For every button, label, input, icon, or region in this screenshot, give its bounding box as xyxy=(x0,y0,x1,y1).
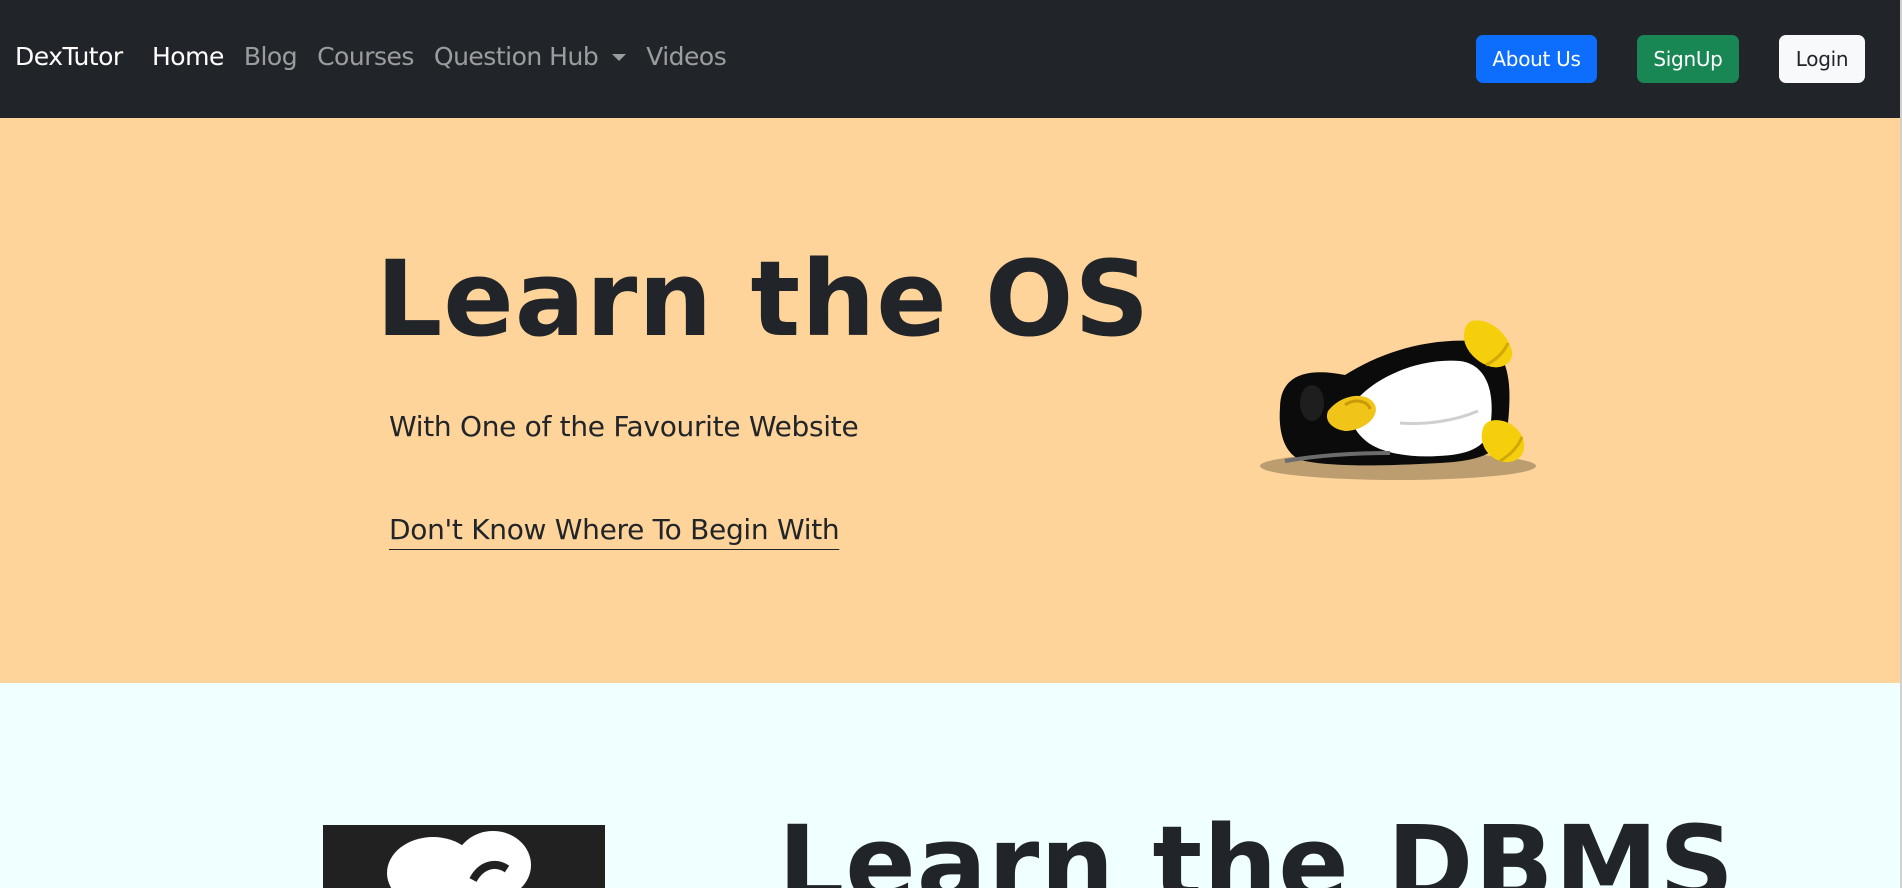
os-subtitle: With One of the Favourite Website xyxy=(389,410,859,443)
navbar: DexTutor Home Blog Courses Question Hub … xyxy=(0,0,1900,118)
tux-penguin-icon xyxy=(1250,313,1550,488)
nav-dropdown-question-hub[interactable]: Question Hub xyxy=(433,42,627,71)
nav-link-question-hub-label: Question Hub xyxy=(433,42,599,71)
begin-link[interactable]: Don't Know Where To Begin With xyxy=(389,513,840,546)
nav-link-blog[interactable]: Blog xyxy=(244,42,298,71)
chevron-down-icon xyxy=(612,54,627,61)
dbms-logo-icon xyxy=(323,825,605,888)
signup-button[interactable]: SignUp xyxy=(1637,35,1739,83)
dbms-title: Learn the DBMS xyxy=(778,803,1736,888)
os-title: Learn the OS xyxy=(376,238,1151,360)
os-section: Learn the OS With One of the Favourite W… xyxy=(0,118,1900,683)
nav-link-videos[interactable]: Videos xyxy=(646,42,727,71)
login-button[interactable]: Login xyxy=(1779,35,1865,83)
nav-links: Home Blog Courses Question Hub Videos xyxy=(152,42,746,71)
about-us-button[interactable]: About Us xyxy=(1476,35,1597,83)
brand-logo-link[interactable]: DexTutor xyxy=(15,42,123,71)
nav-link-home[interactable]: Home xyxy=(152,42,224,71)
dbms-section: Learn the DBMS xyxy=(0,683,1900,888)
nav-link-courses[interactable]: Courses xyxy=(317,42,414,71)
